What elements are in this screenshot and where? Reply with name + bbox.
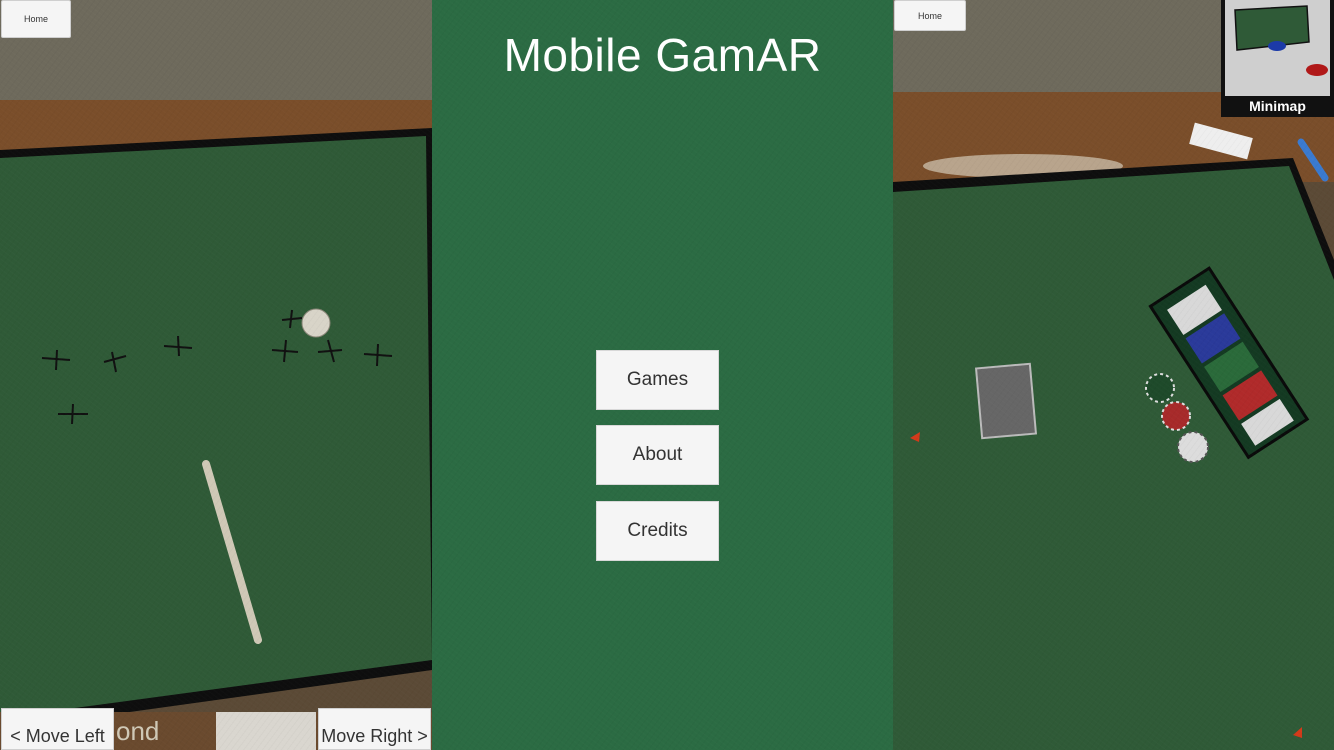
poker-game-view: Home Minimap [893,0,1334,750]
background-text: ond [116,716,160,746]
credits-button[interactable]: Credits [596,501,719,561]
minimap[interactable]: Minimap [1221,0,1334,117]
jacks-game-view: Home < Move Left Move Right > ond [0,0,432,750]
minimap-label: Minimap [1249,98,1306,114]
home-button[interactable]: Home [894,0,966,31]
games-button[interactable]: Games [596,350,719,410]
about-button[interactable]: About [596,425,719,485]
move-right-button[interactable]: Move Right > [318,708,431,750]
main-menu: Mobile GamAR Games About Credits [432,0,893,750]
app-title: Mobile GamAR [503,29,822,81]
move-left-button[interactable]: < Move Left [1,708,114,750]
home-button[interactable]: Home [1,0,71,38]
minimap-view [1225,0,1330,96]
